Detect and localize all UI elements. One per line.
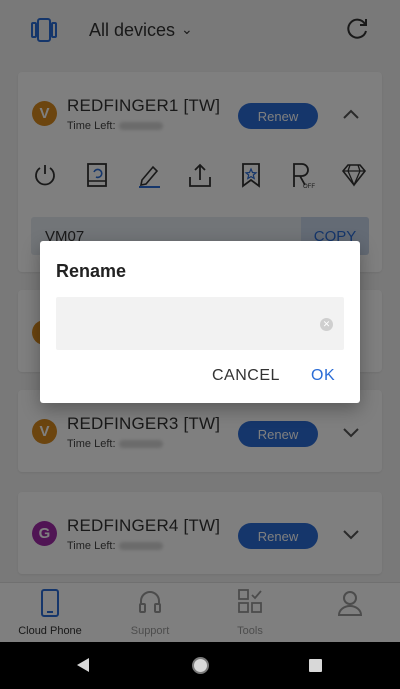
ok-button[interactable]: OK — [311, 367, 335, 385]
android-nav-bar — [0, 642, 400, 689]
rename-input[interactable] — [56, 297, 344, 350]
home-icon[interactable] — [192, 657, 209, 674]
cancel-button[interactable]: CANCEL — [212, 367, 280, 385]
dialog-title: Rename — [56, 261, 127, 281]
back-icon[interactable] — [77, 658, 89, 672]
rename-dialog: Rename ✕ CANCEL OK — [40, 241, 360, 403]
clear-input-icon[interactable]: ✕ — [320, 318, 333, 331]
recent-apps-icon[interactable] — [309, 659, 322, 672]
